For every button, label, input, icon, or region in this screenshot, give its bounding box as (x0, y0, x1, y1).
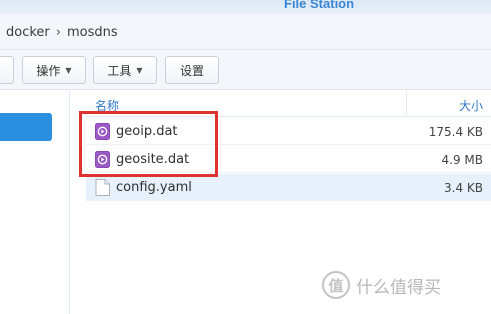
breadcrumb-item-docker[interactable]: docker (6, 25, 50, 40)
settings-button-label: 设置 (179, 63, 204, 78)
watermark: 值 什么值得买 (322, 271, 441, 299)
file-size: 175.4 KB (428, 125, 483, 139)
highlight-annotation-box (79, 111, 218, 177)
window-title: File Station (284, 0, 355, 11)
chevron-down-icon: ▼ (65, 65, 72, 75)
file-size: 4.9 MB (441, 153, 483, 167)
file-row-selected[interactable]: config.yaml 3.4 KB (86, 174, 491, 201)
action-button[interactable]: 操作 ▼ (22, 56, 86, 84)
tools-button-label: 工具 (107, 63, 132, 78)
chevron-down-icon: ▼ (136, 65, 143, 75)
sidebar-selected-item[interactable] (0, 113, 52, 141)
tools-button[interactable]: 工具 ▼ (93, 56, 157, 84)
navigation-bar: docker › mosdns (0, 14, 491, 50)
file-name: config.yaml (116, 180, 192, 195)
toolbar-button-partial[interactable] (0, 56, 14, 84)
text-file-icon (95, 179, 110, 196)
breadcrumb-item-mosdns[interactable]: mosdns (67, 25, 118, 40)
breadcrumb: docker › mosdns (6, 25, 118, 40)
title-bar: File Station (0, 0, 491, 14)
column-divider[interactable] (406, 91, 407, 117)
toolbar: 操作 ▼ 工具 ▼ 设置 (0, 50, 491, 90)
file-size: 3.4 KB (444, 181, 483, 195)
action-button-label: 操作 (36, 63, 61, 78)
column-header-size[interactable]: 大小 (459, 97, 483, 114)
watermark-text: 什么值得买 (356, 277, 441, 298)
breadcrumb-separator: › (55, 25, 61, 40)
watermark-logo-icon: 值 (322, 271, 350, 299)
settings-button[interactable]: 设置 (165, 56, 219, 84)
